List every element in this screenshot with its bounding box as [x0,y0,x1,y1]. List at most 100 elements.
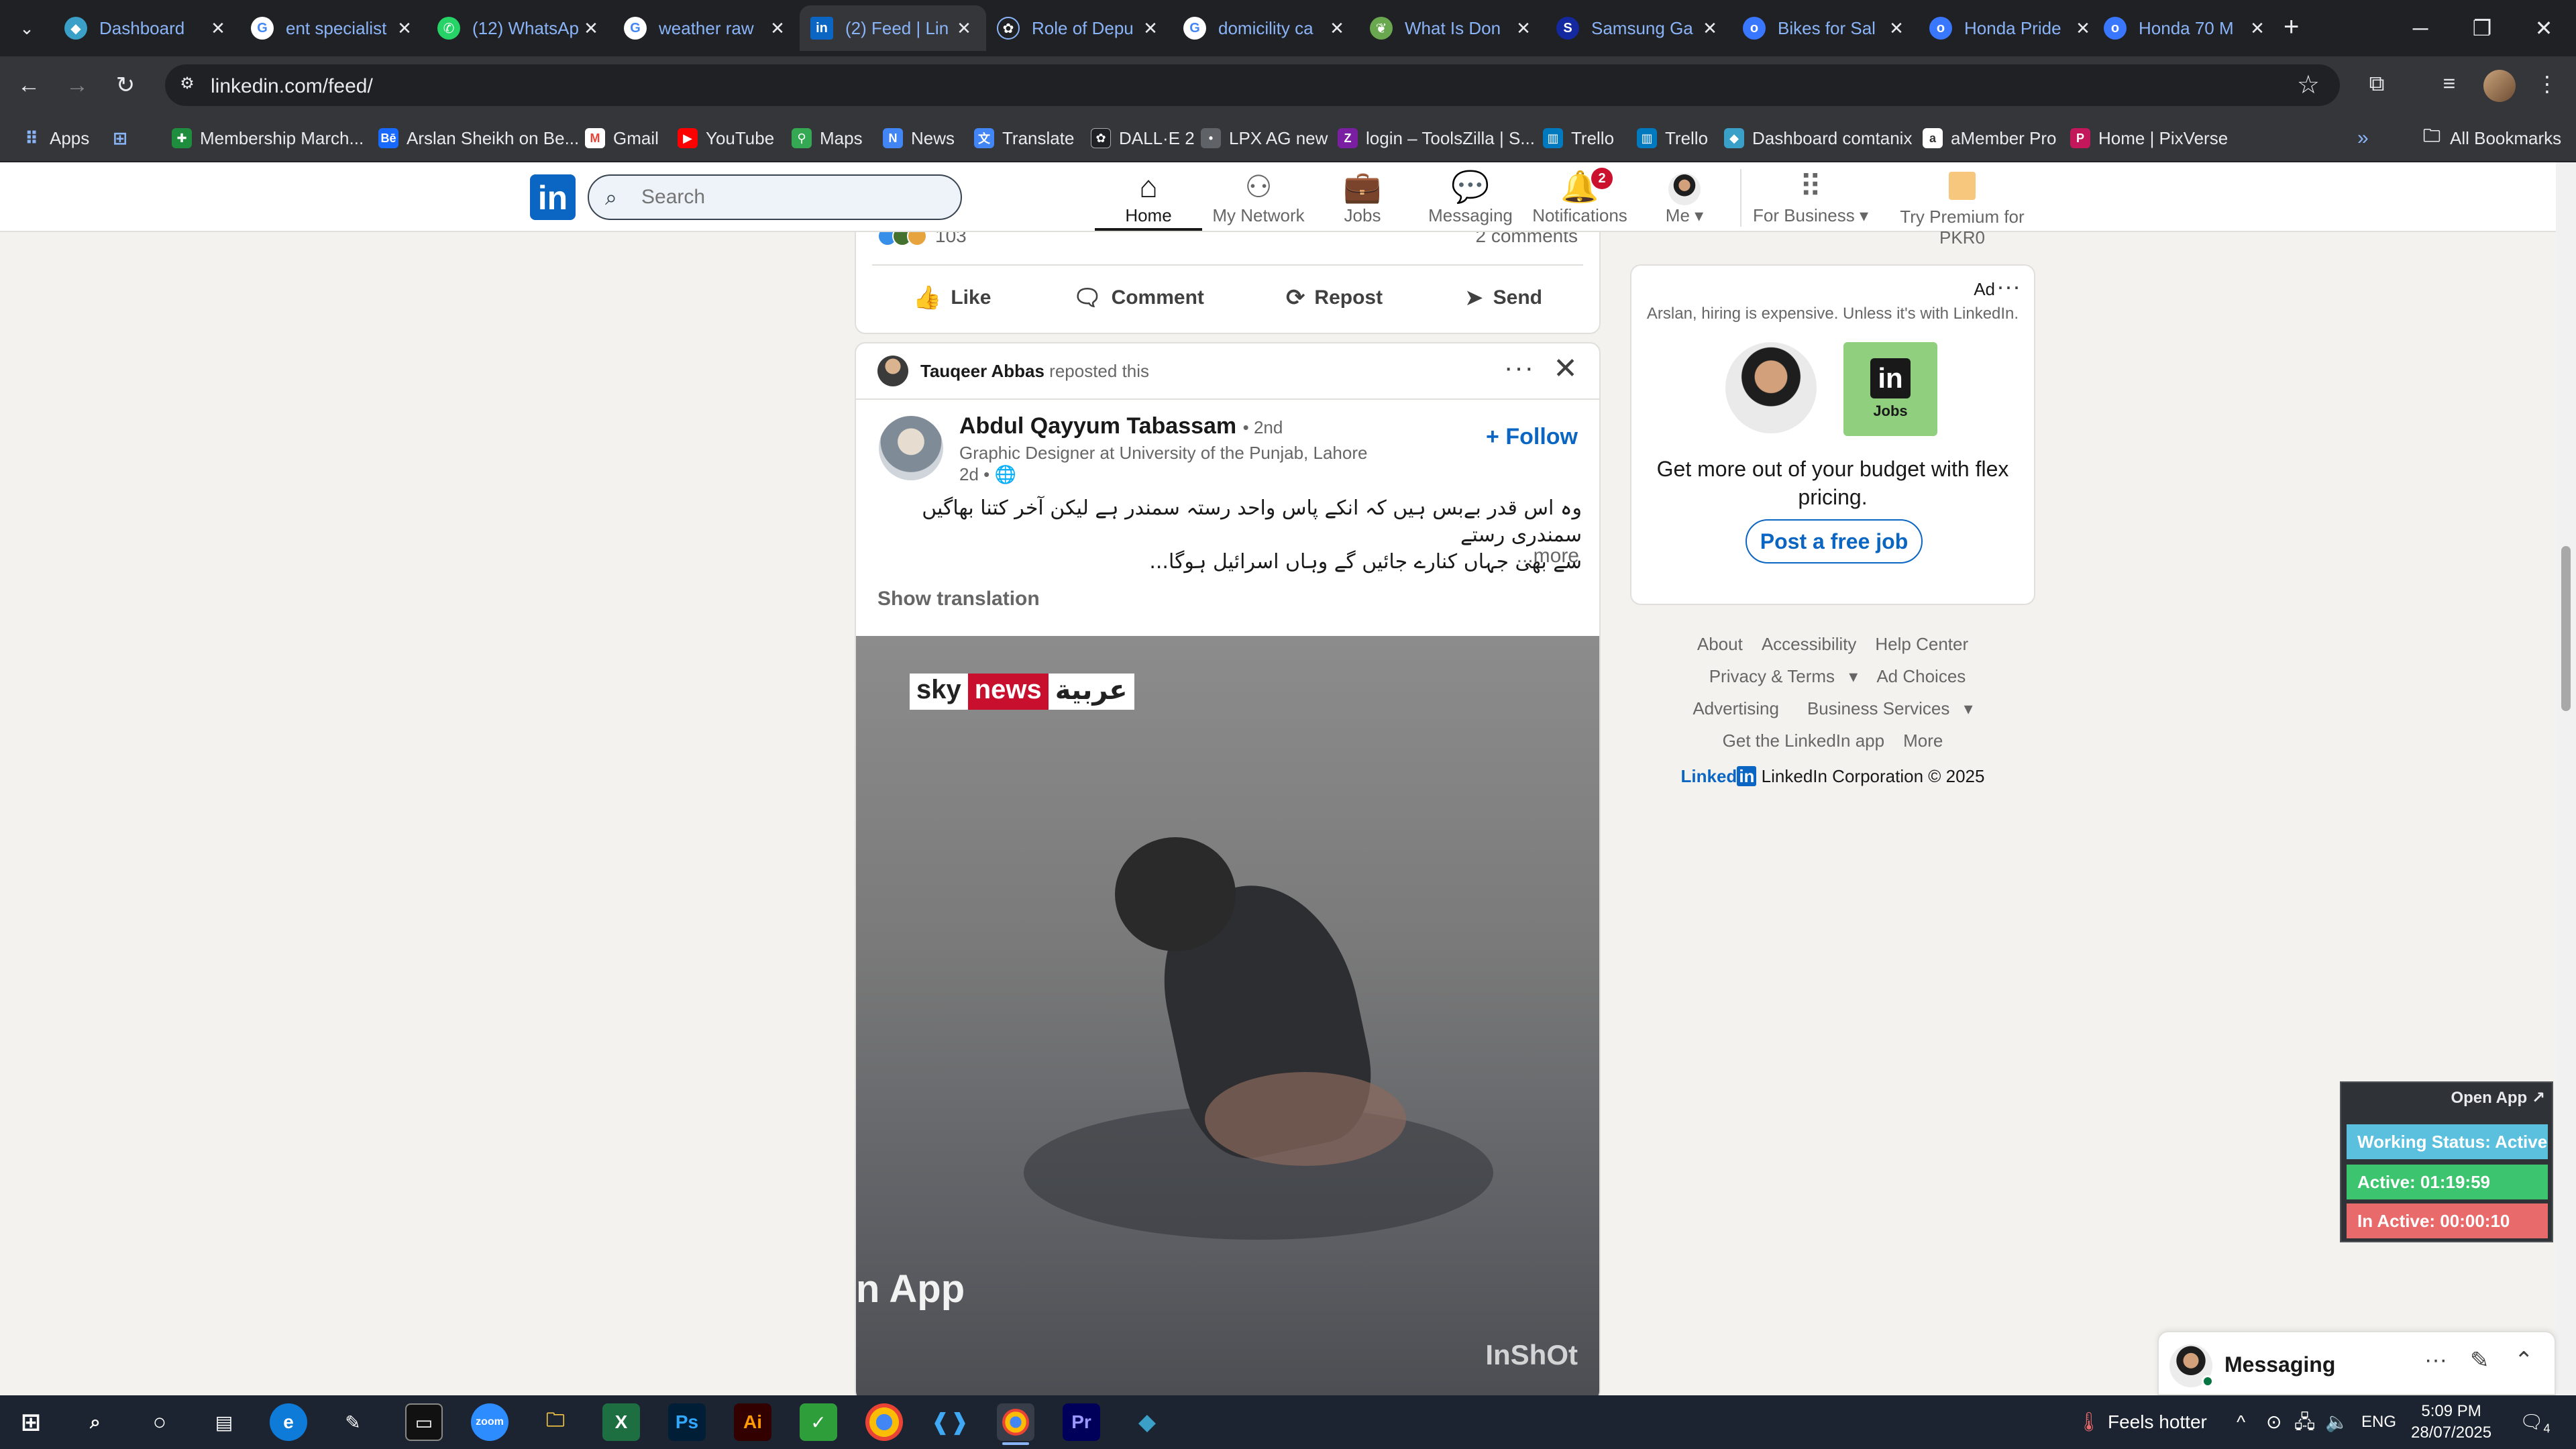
close-tab-icon[interactable]: ✕ [580,18,602,39]
nav-messaging[interactable]: 💬 Messaging [1414,168,1527,231]
bookmark-item[interactable]: ◆ Dashboard comtanix [1724,123,1912,153]
footer-link[interactable]: Advertising [1693,698,1779,718]
chrome-menu-icon[interactable]: ⋮ [2532,71,2563,102]
footer-link[interactable]: Help Center [1875,634,1968,654]
chevron-up-icon[interactable]: ⌃ [2514,1347,2534,1374]
address-bar[interactable]: ⚙ linkedin.com/feed/ ☆ [165,64,2340,106]
close-tab-icon[interactable]: ✕ [207,18,229,39]
volume-icon[interactable]: 🔈 [2325,1395,2349,1449]
terminal-icon[interactable]: ▭ [405,1403,443,1441]
file-explorer-icon[interactable]: 🗀 [537,1403,574,1441]
tray-chevron-icon[interactable]: ^ [2237,1395,2245,1449]
footer-link-dropdown[interactable]: Privacy & Terms ▾ [1700,666,1858,686]
tab-search-icon[interactable]: ⌄ [13,13,40,43]
search-input[interactable] [641,184,936,211]
vscode-icon[interactable]: ❰❱ [931,1403,969,1441]
bookmark-star-icon[interactable]: ☆ [2297,70,2320,100]
see-more-link[interactable]: ...more [1517,545,1579,568]
cortana-icon[interactable]: ○ [141,1403,178,1441]
nav-me[interactable]: Me ▾ [1648,168,1721,231]
zoom-icon[interactable]: zoom [471,1403,508,1441]
back-icon[interactable]: ← [12,68,46,102]
ad-options-icon[interactable]: ··· [1996,272,2021,301]
nav-home[interactable]: ⌂ Home [1095,168,1202,231]
task-view-icon[interactable]: ▤ [205,1403,243,1441]
taskbar-clock[interactable]: 5:09 PM 28/07/2025 [2411,1401,2491,1444]
author-name[interactable]: Abdul Qayyum Tabassam • 2nd [959,413,1283,439]
browser-tab[interactable]: o Honda Pride ✕ [1919,5,2105,51]
browser-tab[interactable]: o Honda 70 M ✕ [2093,5,2279,51]
close-tab-icon[interactable]: ✕ [1512,18,1535,39]
language-indicator[interactable]: ENG [2361,1395,2396,1449]
all-bookmarks-folder[interactable]: 🗀 All Bookmarks [2422,123,2561,153]
media-control-icon[interactable]: ≡ [2434,71,2465,102]
thermometer-icon[interactable]: 🌡 [2077,1395,2101,1449]
bookmark-item[interactable]: 文 Translate [974,123,1074,153]
site-info-icon[interactable]: ⚙ [176,74,199,97]
reaction-summary[interactable]: 103 [877,232,967,247]
excel-icon[interactable]: X [602,1403,640,1441]
footer-link[interactable]: More [1903,731,1943,751]
bookmark-item[interactable]: ✿ DALL·E 2 [1091,123,1195,153]
close-window-icon[interactable]: ✕ [2513,7,2575,50]
close-tab-icon[interactable]: ✕ [2246,18,2269,39]
edge-icon[interactable]: e [270,1403,307,1441]
page-scrollbar[interactable] [2556,162,2576,1395]
page-scrollbar-thumb[interactable] [2561,546,2571,711]
post-video[interactable]: sky news عربية n App InShOt [856,636,1599,1395]
bookmark-item[interactable]: • LPX AG new [1201,123,1328,153]
windows-start-icon[interactable]: ⊞ [12,1403,50,1441]
nav-jobs[interactable]: 💼 Jobs [1319,168,1406,231]
close-tab-icon[interactable]: ✕ [393,18,416,39]
send-button[interactable]: ➤ Send [1464,284,1542,311]
nav-premium[interactable]: Try Premium for PKR0 [1878,168,2046,248]
browser-tab[interactable]: ✿ Role of Depu ✕ [986,5,1173,51]
bookmark-item[interactable]: ✚ Membership March... [172,123,364,153]
app-icon[interactable]: ✓ [800,1403,837,1441]
repost-button[interactable]: ⟳ Repost [1286,284,1383,311]
search-icon[interactable]: ⌕ [76,1403,114,1441]
profile-avatar[interactable] [2483,70,2516,102]
footer-link[interactable]: Accessibility [1762,634,1857,654]
more-options-icon[interactable]: ··· [1504,353,1535,383]
extensions-icon[interactable]: ⧉ [2361,71,2392,102]
close-tab-icon[interactable]: ✕ [1885,18,1908,39]
browser-tab[interactable]: G weather raw ✕ [613,5,800,51]
minimize-icon[interactable]: ─ [2390,7,2451,50]
like-button[interactable]: 👍 Like [913,284,991,311]
post-free-job-button[interactable]: Post a free job [1746,519,1923,564]
show-translation-link[interactable]: Show translation [877,588,1040,610]
reposter-name[interactable]: Tauqeer Abbas [920,361,1044,381]
bookmark-tab-groups[interactable]: ⊞ [110,123,138,153]
bookmark-item[interactable]: Bē Arslan Sheikh on Be... [378,123,579,153]
footer-link-dropdown[interactable]: Business Services ▾ [1798,698,1973,718]
illustrator-icon[interactable]: Ai [734,1403,771,1441]
bookmark-apps[interactable]: ⠿ Apps [21,123,89,153]
nav-for-business[interactable]: ⠿ For Business ▾ [1747,168,1874,231]
linkedin-logo[interactable]: in [530,174,576,220]
footer-link[interactable]: Get the LinkedIn app [1723,731,1884,751]
bookmark-item[interactable]: M Gmail [585,123,659,153]
bookmark-item[interactable]: ⚲ Maps [792,123,863,153]
bookmark-item[interactable]: ▶ YouTube [678,123,774,153]
bookmark-item[interactable]: P Home | PixVerse [2070,123,2228,153]
browser-tab[interactable]: S Samsung Ga ✕ [1546,5,1732,51]
more-bookmarks-icon[interactable]: » [2357,123,2369,153]
messaging-overlay[interactable]: Messaging ··· ✎ ⌃ [2157,1331,2556,1395]
compose-icon[interactable]: ✎ [2470,1347,2489,1374]
close-icon[interactable]: ✕ [1553,352,1578,386]
reload-icon[interactable]: ↻ [109,68,142,102]
network-icon[interactable]: 🖧 [2294,1395,2315,1449]
nav-notifications[interactable]: 🔔 2 Notifications [1529,168,1630,231]
dashboard-app-icon[interactable]: ◆ [1128,1403,1166,1441]
browser-tab[interactable]: ❦ What Is Don ✕ [1359,5,1546,51]
open-app-link[interactable]: Open App ↗ [2451,1088,2545,1108]
browser-tab[interactable]: G domicility ca ✕ [1173,5,1359,51]
browser-tab-active[interactable]: in (2) Feed | Lin ✕ [800,5,986,51]
search-box[interactable]: ⌕ [588,174,962,220]
notification-center-icon[interactable]: 🗨4 [2520,1395,2551,1449]
close-tab-icon[interactable]: ✕ [1326,18,1348,39]
forward-icon[interactable]: → [60,68,94,102]
weather-text[interactable]: Feels hotter [2108,1395,2207,1449]
reposter-avatar[interactable] [877,356,908,386]
